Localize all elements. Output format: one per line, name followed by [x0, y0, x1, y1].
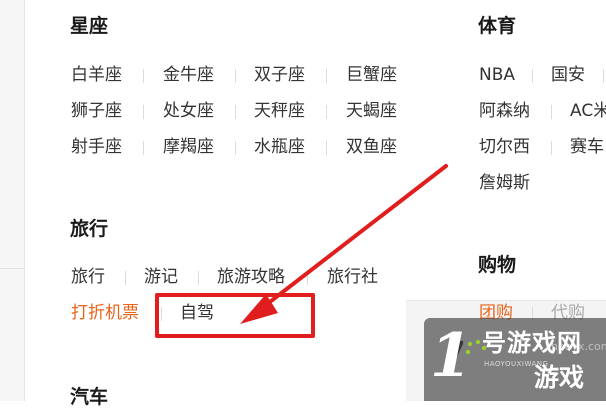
- watermark-logo: 1 号游戏网 1haoyx.com HAOYOUXIWANG 游戏: [424, 318, 606, 401]
- watermark-game-text: 游戏: [534, 363, 585, 392]
- watermark-domain: 1haoyx.com: [544, 340, 606, 353]
